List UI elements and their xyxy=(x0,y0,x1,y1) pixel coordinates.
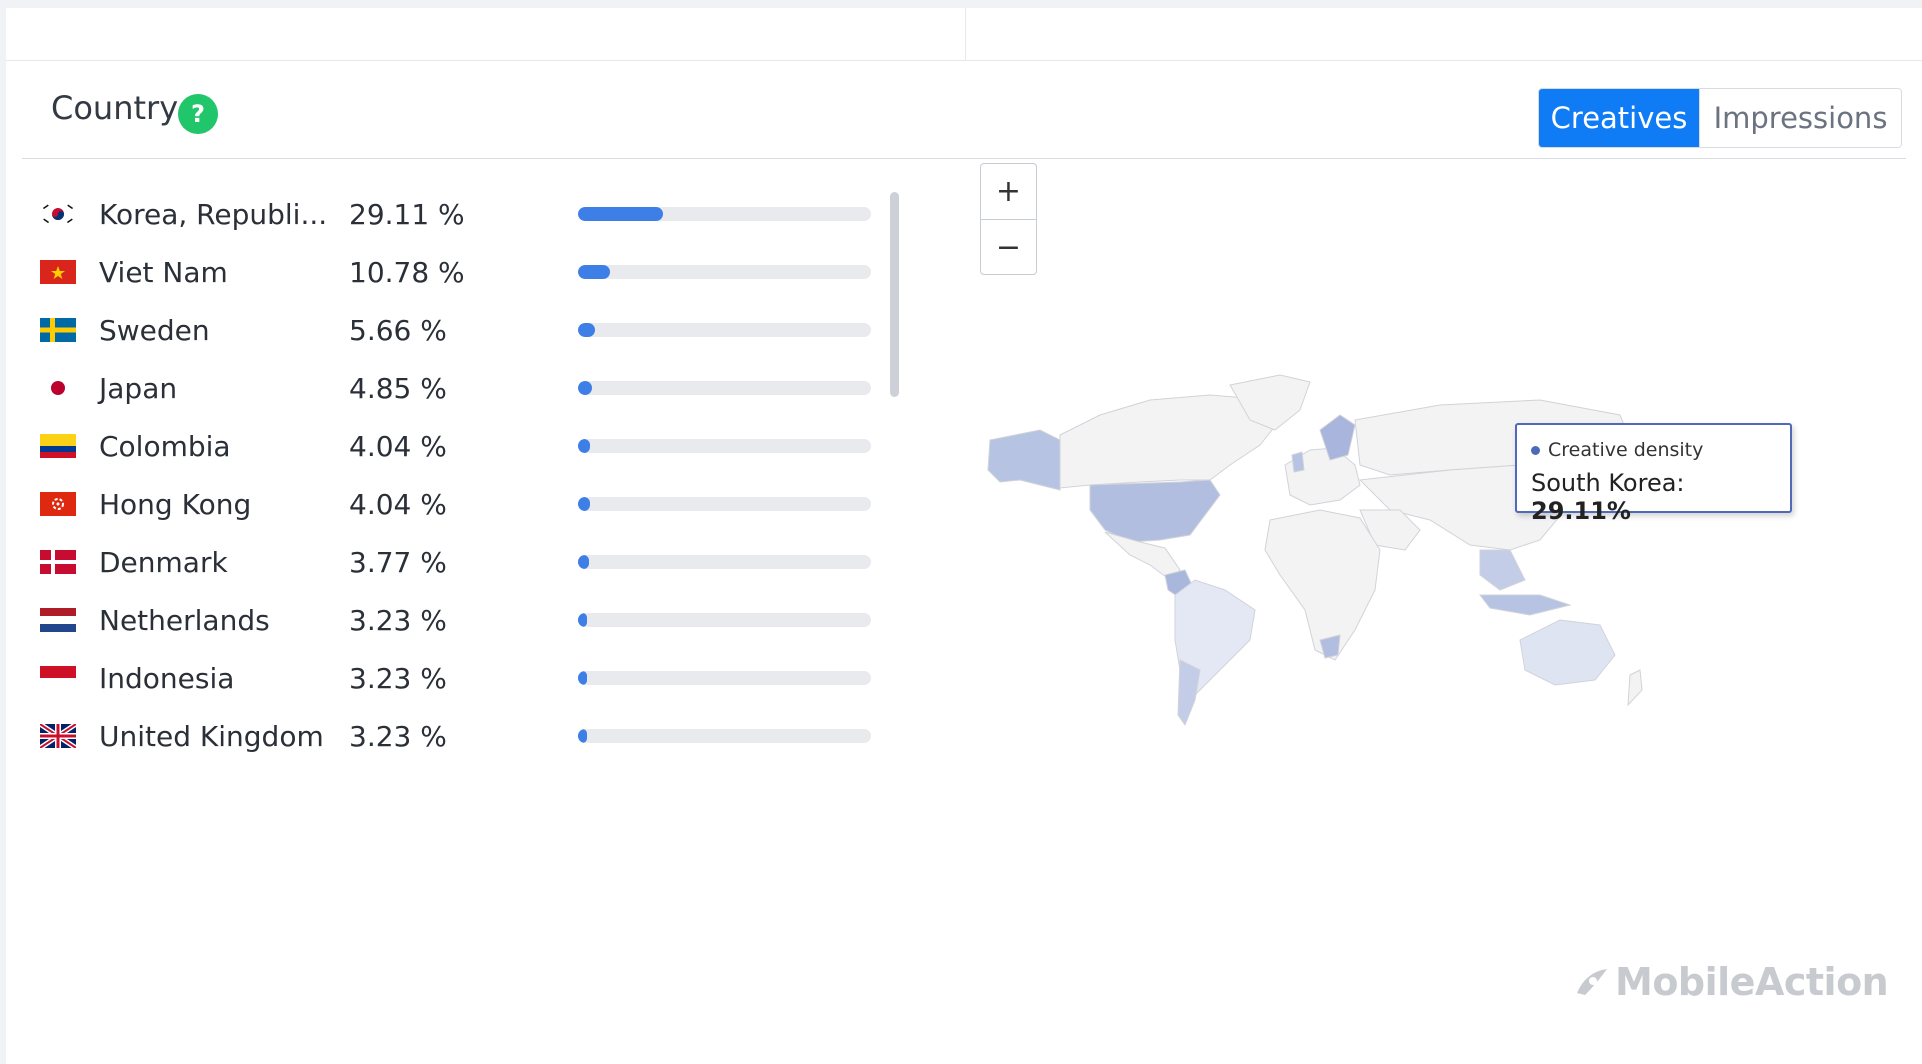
country-percent: 10.78 % xyxy=(349,255,465,289)
tooltip-series: Creative density xyxy=(1548,439,1704,461)
se-flag-icon xyxy=(40,318,76,342)
country-row[interactable]: Korea, Republi... 29.11 % xyxy=(40,185,890,243)
mobileaction-logo: MobileAction xyxy=(1575,960,1889,1004)
top-strip xyxy=(6,8,1922,61)
share-bar xyxy=(578,207,871,221)
country-row[interactable]: Netherlands 3.23 % xyxy=(40,591,890,649)
country-percent: 29.11 % xyxy=(349,197,465,231)
map-tooltip: Creative density South Korea: 29.11% xyxy=(1515,423,1792,525)
tooltip-country: South Korea: xyxy=(1531,469,1685,497)
country-name: Japan xyxy=(99,371,178,405)
map-region-indonesia xyxy=(1478,594,1572,616)
map-region-se-asia xyxy=(1479,549,1526,591)
country-name: Colombia xyxy=(99,429,231,463)
map-region-argentina xyxy=(1177,659,1201,727)
country-row[interactable]: Denmark 3.77 % xyxy=(40,533,890,591)
dk-flag-icon xyxy=(40,550,76,574)
zoom-in-button[interactable]: + xyxy=(981,164,1036,219)
panel-header: Country ? Creatives Impressions xyxy=(6,62,1922,166)
share-bar-fill xyxy=(578,613,588,627)
id-flag-icon xyxy=(40,666,76,690)
country-name: United Kingdom xyxy=(99,719,324,753)
map-zoom-controls: + − xyxy=(980,163,1037,275)
share-bar-fill xyxy=(578,265,610,279)
country-name: Sweden xyxy=(99,313,210,347)
share-bar-fill xyxy=(578,207,664,221)
country-percent: 3.23 % xyxy=(349,661,447,695)
country-name: Korea, Republi... xyxy=(99,197,328,231)
map-region-new-zealand xyxy=(1627,669,1643,707)
country-percent: 3.23 % xyxy=(349,719,447,753)
map-region-usa xyxy=(1089,479,1221,543)
co-flag-icon xyxy=(40,434,76,458)
map-region-africa xyxy=(1264,509,1381,661)
country-list: Korea, Republi... 29.11 % Viet Nam 10.78 % S… xyxy=(40,185,890,765)
share-bar-fill xyxy=(578,323,595,337)
country-name: Viet Nam xyxy=(99,255,228,289)
vn-flag-icon xyxy=(40,260,76,284)
map-region-uk xyxy=(1291,451,1305,473)
mobileaction-logo-icon xyxy=(1577,969,1607,995)
country-percent: 5.66 % xyxy=(349,313,447,347)
share-bar xyxy=(578,265,871,279)
help-icon[interactable]: ? xyxy=(178,94,218,134)
country-percent: 4.85 % xyxy=(349,371,447,405)
country-row[interactable]: Hong Kong 4.04 % xyxy=(40,475,890,533)
share-bar-fill xyxy=(578,497,590,511)
country-percent: 3.77 % xyxy=(349,545,447,579)
country-row[interactable]: Sweden 5.66 % xyxy=(40,301,890,359)
map-region-alaska xyxy=(987,429,1061,491)
series-dot-icon xyxy=(1531,445,1540,455)
country-percent: 4.04 % xyxy=(349,487,447,521)
country-name: Hong Kong xyxy=(99,487,252,521)
gb-flag-icon xyxy=(40,724,76,748)
list-scrollbar[interactable] xyxy=(890,192,899,397)
header-divider xyxy=(22,158,1906,159)
panel-title: Country xyxy=(51,89,179,127)
country-row[interactable]: United Kingdom 3.23 % xyxy=(40,707,890,765)
logo-text: MobileAction xyxy=(1615,960,1889,1004)
share-bar xyxy=(578,555,871,569)
country-row[interactable]: Japan 4.85 % xyxy=(40,359,890,417)
jp-flag-icon xyxy=(40,376,76,400)
share-bar-fill xyxy=(578,729,588,743)
share-bar-fill xyxy=(578,381,593,395)
country-name: Denmark xyxy=(99,545,228,579)
country-name: Indonesia xyxy=(99,661,235,695)
share-bar xyxy=(578,497,871,511)
share-bar xyxy=(578,729,871,743)
country-row[interactable]: Indonesia 3.23 % xyxy=(40,649,890,707)
kr-flag-icon xyxy=(40,202,76,226)
impressions-button[interactable]: Impressions xyxy=(1699,89,1901,147)
top-strip-divider xyxy=(965,8,966,61)
share-bar xyxy=(578,671,871,685)
country-percent: 3.23 % xyxy=(349,603,447,637)
map-region-australia xyxy=(1519,619,1616,686)
share-bar xyxy=(578,439,871,453)
metric-toggle: Creatives Impressions xyxy=(1538,88,1902,148)
hk-flag-icon xyxy=(40,492,76,516)
share-bar-fill xyxy=(578,555,590,569)
share-bar xyxy=(578,323,871,337)
country-name: Netherlands xyxy=(99,603,270,637)
creatives-button[interactable]: Creatives xyxy=(1539,89,1699,147)
share-bar-fill xyxy=(578,671,588,685)
tooltip-value: 29.11% xyxy=(1531,497,1631,525)
country-percent: 4.04 % xyxy=(349,429,447,463)
nl-flag-icon xyxy=(40,608,76,632)
share-bar-fill xyxy=(578,439,590,453)
zoom-out-button[interactable]: − xyxy=(981,219,1036,274)
country-row[interactable]: Viet Nam 10.78 % xyxy=(40,243,890,301)
country-row[interactable]: Colombia 4.04 % xyxy=(40,417,890,475)
share-bar xyxy=(578,613,871,627)
share-bar xyxy=(578,381,871,395)
